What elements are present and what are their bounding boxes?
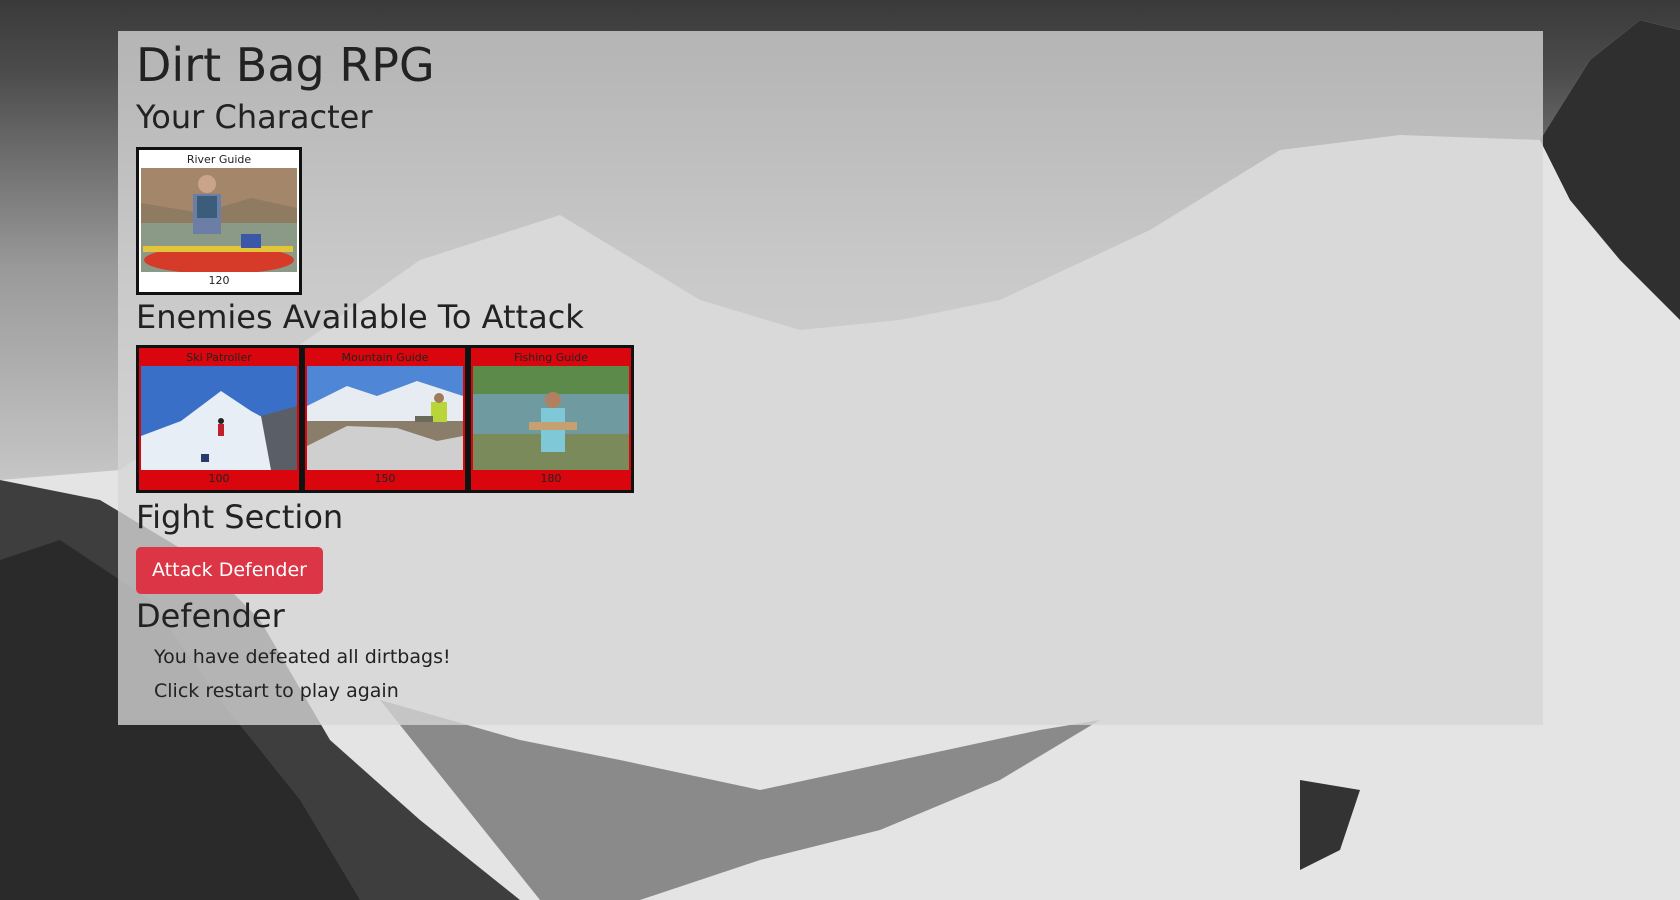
- page-title: Dirt Bag RPG: [136, 38, 435, 92]
- your-character-heading: Your Character: [136, 98, 373, 136]
- enemy-name: Mountain Guide: [341, 351, 429, 364]
- river-guide-image: [141, 168, 297, 272]
- main-panel: Dirt Bag RPG Your Character River Guide …: [118, 31, 1543, 725]
- attack-defender-button[interactable]: Attack Defender: [136, 547, 323, 594]
- restart-message: Click restart to play again: [154, 680, 399, 702]
- fishing-guide-image: [473, 366, 629, 470]
- enemy-hp: 100: [208, 472, 230, 485]
- enemy-name: Fishing Guide: [513, 351, 589, 364]
- character-card-river-guide[interactable]: River Guide 120: [136, 147, 302, 295]
- ski-patroller-image: [141, 366, 297, 470]
- your-character-area: River Guide 120: [136, 147, 1525, 295]
- character-hp: 120: [208, 274, 230, 287]
- enemies-list: Ski Patroller 100 Mountain Guide 150 Fis…: [136, 345, 1525, 493]
- character-name: River Guide: [186, 153, 252, 166]
- mountain-guide-image: [307, 366, 463, 470]
- defeat-message: You have defeated all dirtbags!: [154, 646, 451, 668]
- fight-section-heading: Fight Section: [136, 498, 344, 536]
- enemy-hp: 150: [374, 472, 396, 485]
- enemy-name: Ski Patroller: [186, 351, 252, 364]
- enemy-card-ski-patroller[interactable]: Ski Patroller 100: [136, 345, 302, 493]
- defender-heading: Defender: [136, 597, 285, 635]
- enemy-card-mountain-guide[interactable]: Mountain Guide 150: [302, 345, 468, 493]
- enemies-heading: Enemies Available To Attack: [136, 298, 584, 336]
- enemy-hp: 180: [540, 472, 562, 485]
- enemy-card-fishing-guide[interactable]: Fishing Guide 180: [468, 345, 634, 493]
